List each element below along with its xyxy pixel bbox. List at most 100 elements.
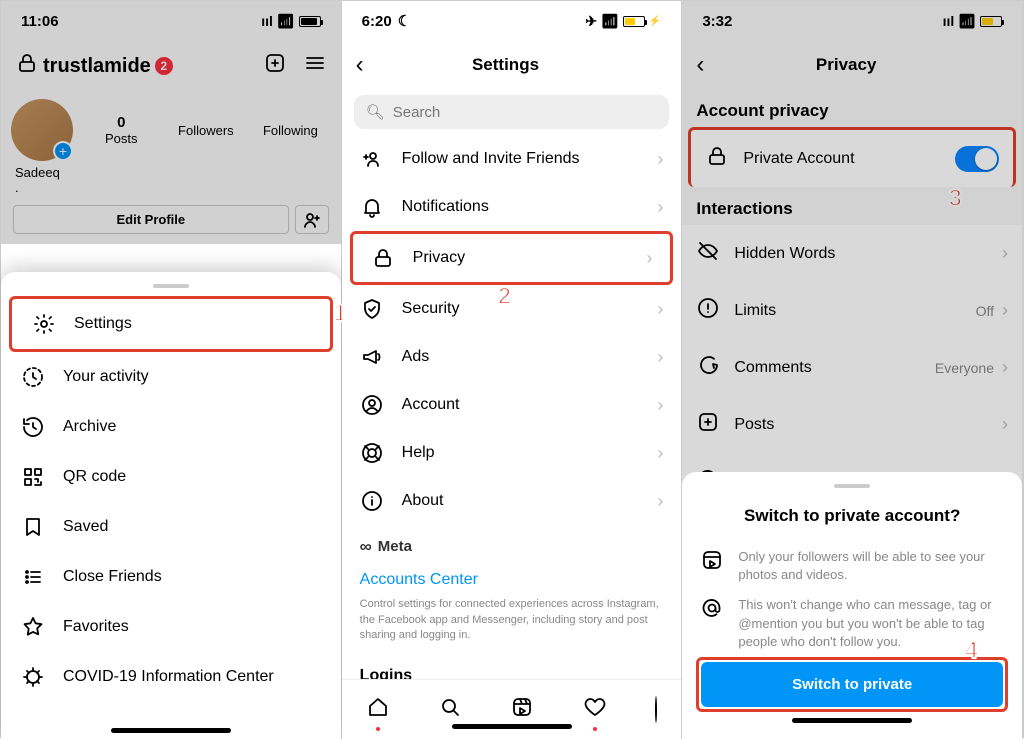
search-icon: 🔍︎	[366, 103, 385, 121]
lock-icon	[705, 144, 729, 173]
row-hidden-words[interactable]: Hidden Words›	[682, 225, 1022, 282]
status-bar: 3:32 ııl📶︎	[682, 1, 1022, 41]
status-bar: 6:20 ☾ ✈︎📶︎⚡	[342, 1, 682, 41]
mention-icon	[700, 596, 726, 651]
page-title: Privacy	[816, 55, 877, 75]
stat-following[interactable]: Following	[250, 123, 331, 138]
comment-icon	[696, 353, 720, 382]
menu-covid[interactable]: COVID-19 Information Center	[1, 652, 341, 702]
row-security[interactable]: Security›	[342, 285, 682, 333]
callout-3: 3	[949, 187, 962, 211]
tab-search[interactable]	[438, 695, 462, 725]
section-account-privacy: Account privacy	[682, 89, 1022, 127]
lock-icon	[371, 246, 395, 270]
private-toggle[interactable]	[955, 146, 999, 172]
tab-activity[interactable]	[583, 695, 607, 725]
back-icon[interactable]: ‹	[696, 51, 704, 79]
display-name: Sadeeq	[1, 165, 341, 180]
tab-home[interactable]	[366, 695, 390, 725]
stat-followers[interactable]: Followers	[166, 123, 247, 138]
menu-qr-code[interactable]: QR code	[1, 452, 341, 502]
callout-2: 2	[498, 285, 511, 309]
menu-close-friends[interactable]: Close Friends	[1, 552, 341, 602]
meta-logo-icon: ∞	[360, 535, 372, 559]
person-icon	[360, 393, 384, 417]
row-follow-invite[interactable]: Follow and Invite Friends›	[342, 135, 682, 183]
settings-header: ‹ Settings	[342, 41, 682, 89]
star-icon	[21, 615, 45, 639]
hidden-icon	[696, 239, 720, 268]
switch-to-private-button[interactable]: Switch to private	[701, 662, 1003, 707]
add-person-icon	[360, 147, 384, 171]
row-comments[interactable]: CommentsEveryone›	[682, 339, 1022, 396]
accounts-center-link[interactable]: Accounts Center	[360, 563, 664, 597]
status-bar: 11:06 ııl📶︎	[1, 1, 341, 41]
callout-4: 4	[965, 639, 978, 663]
stat-posts[interactable]: 0Posts	[81, 114, 162, 146]
bio-dot: .	[1, 180, 341, 195]
confirm-sheet: Switch to private account? Only your fol…	[682, 472, 1022, 739]
back-icon[interactable]: ‹	[356, 51, 364, 79]
sheet-grabber[interactable]	[153, 284, 189, 288]
tab-profile[interactable]	[655, 697, 657, 723]
avatar[interactable]: +	[11, 99, 73, 161]
qr-icon	[21, 465, 45, 489]
menu-your-activity[interactable]: Your activity	[1, 352, 341, 402]
row-account[interactable]: Account›	[342, 381, 682, 429]
row-notifications[interactable]: Notifications›	[342, 183, 682, 231]
row-about[interactable]: About›	[342, 477, 682, 525]
status-icons: ııl📶︎	[943, 13, 1002, 30]
username[interactable]: trustlamide	[43, 55, 151, 78]
profile-menu-sheet: Settings 1 Your activity Archive QR code…	[1, 272, 341, 739]
list-icon	[21, 565, 45, 589]
profile-header: trustlamide 2	[1, 41, 341, 91]
row-privacy[interactable]: Privacy›	[350, 231, 674, 285]
info-mentions: This won't change who can message, tag o…	[696, 590, 1008, 657]
home-indicator	[111, 728, 231, 733]
gear-icon	[32, 312, 56, 336]
home-indicator	[792, 718, 912, 723]
menu-settings[interactable]: Settings	[9, 296, 333, 352]
shield-icon	[360, 297, 384, 321]
limits-icon	[696, 296, 720, 325]
notifications-badge: 2	[155, 57, 173, 75]
covid-icon	[21, 665, 45, 689]
status-icons: ııl📶︎	[261, 13, 320, 30]
dnd-icon: ☾	[398, 12, 411, 30]
home-indicator	[452, 724, 572, 729]
meta-description: Control settings for connected experienc…	[360, 597, 664, 643]
posts-icon	[696, 410, 720, 439]
sheet-title: Switch to private account?	[696, 496, 1008, 542]
info-reels: Only your followers will be able to see …	[696, 542, 1008, 590]
add-story-icon[interactable]: +	[53, 141, 73, 161]
archive-icon	[21, 415, 45, 439]
row-limits[interactable]: LimitsOff›	[682, 282, 1022, 339]
status-time: 6:20	[362, 13, 392, 30]
menu-favorites[interactable]: Favorites	[1, 602, 341, 652]
discover-people-button[interactable]	[295, 205, 329, 234]
activity-icon	[21, 365, 45, 389]
sheet-grabber[interactable]	[834, 484, 870, 488]
tab-reels[interactable]	[510, 695, 534, 725]
row-private-account[interactable]: Private Account	[688, 127, 1016, 187]
menu-archive[interactable]: Archive	[1, 402, 341, 452]
row-ads[interactable]: Ads›	[342, 333, 682, 381]
edit-profile-button[interactable]: Edit Profile	[13, 205, 289, 234]
section-interactions: Interactions	[682, 187, 1022, 225]
info-icon	[360, 489, 384, 513]
status-time: 11:06	[21, 13, 59, 30]
create-icon[interactable]	[263, 51, 287, 81]
menu-saved[interactable]: Saved	[1, 502, 341, 552]
reels-icon	[700, 548, 726, 584]
row-help[interactable]: Help›	[342, 429, 682, 477]
lock-icon	[15, 51, 39, 81]
status-icons: ✈︎📶︎⚡	[585, 13, 661, 30]
bell-icon	[360, 195, 384, 219]
tab-bar	[342, 679, 682, 739]
hamburger-icon[interactable]	[303, 51, 327, 81]
bookmark-icon	[21, 515, 45, 539]
page-title: Settings	[472, 55, 539, 75]
megaphone-icon	[360, 345, 384, 369]
search-input[interactable]: 🔍︎Search	[354, 95, 670, 129]
row-posts[interactable]: Posts›	[682, 396, 1022, 453]
